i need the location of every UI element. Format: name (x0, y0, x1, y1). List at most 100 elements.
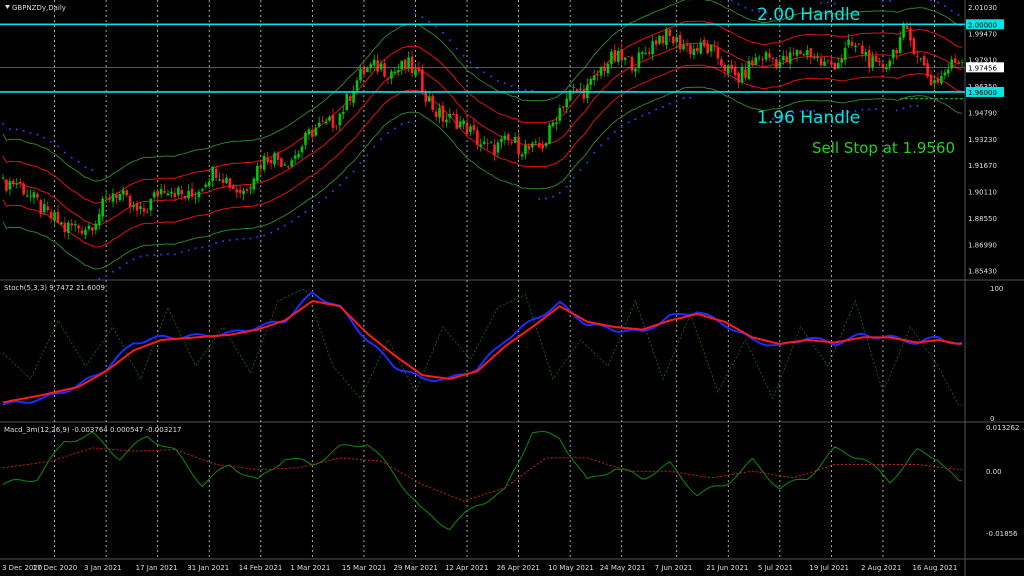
psar-dot (428, 20, 431, 23)
candle-body (943, 72, 947, 76)
candle-body (448, 113, 452, 118)
candle-body (795, 49, 799, 56)
chart-window[interactable]: 2.010302.000001.994701.979101.974561.963… (0, 0, 1024, 576)
candle-body (675, 37, 679, 43)
psar-dot (15, 128, 18, 131)
psar-dot (77, 161, 80, 164)
candle-body (823, 61, 826, 66)
candle-body (32, 192, 36, 198)
candle-body (929, 74, 933, 86)
candle-body (12, 180, 15, 185)
candle-body (627, 56, 630, 58)
psar-dot (242, 237, 245, 240)
price-label: 1.90110 (968, 189, 997, 197)
candle-body (692, 48, 696, 56)
chart-canvas[interactable]: 2.010302.000001.994701.979101.974561.963… (0, 0, 1024, 576)
candle-body (276, 153, 280, 160)
candle-body (757, 57, 761, 59)
candle-body (503, 135, 507, 140)
psar-dot (441, 31, 444, 34)
candle-body (696, 47, 699, 52)
candle-body (36, 194, 39, 198)
candle-body (819, 58, 823, 66)
psar-dot (930, 0, 933, 2)
candle-body (469, 126, 472, 133)
candle-body (70, 223, 74, 226)
psar-dot (125, 261, 128, 264)
candle-body (678, 34, 682, 50)
psar-dot (744, 6, 747, 9)
candle-body (486, 143, 489, 145)
psar-dot (648, 111, 651, 114)
symbol-label: GBPNZDy,Daily (12, 4, 66, 12)
candle-body (204, 184, 208, 187)
candle-body (826, 60, 830, 62)
candle-body (359, 68, 362, 81)
candle-body (352, 91, 355, 103)
psar-dot (98, 277, 101, 280)
psar-dot (730, 0, 733, 2)
candle-body (166, 193, 170, 195)
candle-body (108, 197, 111, 200)
psar-dot (517, 87, 520, 90)
psar-dot (634, 118, 637, 121)
candle-body (541, 145, 544, 149)
stochastic-panel: 100 0 (2, 285, 1003, 423)
psar-dot (160, 253, 163, 256)
macd-axis-label: 0.013262 (986, 424, 1019, 432)
psar-dot (558, 191, 561, 194)
candle-body (747, 61, 751, 80)
psar-dot (400, 123, 403, 126)
psar-dot (600, 144, 603, 147)
candlesticks (1, 21, 964, 240)
candle-body (273, 152, 276, 165)
candle-body (751, 60, 754, 66)
psar-dot (84, 166, 87, 169)
candle-body (579, 88, 582, 90)
candle-body (709, 44, 713, 52)
candle-body (417, 68, 421, 72)
psar-dot (916, 104, 919, 107)
psar-dot (435, 25, 438, 28)
candle-body (1, 177, 5, 179)
candle-body (799, 50, 802, 55)
psar-dot (572, 177, 575, 180)
psar-dot (469, 61, 472, 64)
candle-body (242, 190, 245, 195)
psar-dot (215, 242, 218, 245)
candle-body (922, 56, 926, 66)
candle-body (534, 141, 538, 143)
candle-body (427, 96, 431, 102)
candle-body (238, 189, 242, 193)
psar-dot (510, 85, 513, 88)
candle-body (163, 190, 166, 193)
candle-body (902, 24, 905, 38)
candle-body (304, 132, 307, 145)
candle-body (775, 59, 778, 68)
candle-body (854, 45, 857, 47)
candle-body (936, 78, 940, 83)
psar-dot (228, 239, 231, 242)
chevron-down-icon[interactable] (5, 5, 10, 9)
stoch-axis-label: 0 (990, 415, 994, 423)
psar-dot (455, 47, 458, 50)
candle-body (256, 166, 259, 182)
psar-dot (180, 251, 183, 254)
price-label: 1.99470 (968, 30, 997, 38)
psar-dot (538, 197, 541, 200)
candle-body (864, 52, 868, 55)
psar-dot (201, 246, 204, 249)
candle-body (630, 56, 634, 71)
candle-body (146, 211, 149, 213)
psar-dot (173, 253, 176, 256)
date-label: 1 Mar 2021 (290, 564, 330, 572)
psar-dot (325, 196, 328, 199)
psar-dot (668, 102, 671, 105)
candle-body (953, 58, 957, 63)
price-axis-labels: 2.010302.000001.994701.979101.974561.963… (966, 4, 1004, 276)
psar-dot (593, 151, 596, 154)
candle-body (871, 56, 874, 68)
candle-body (589, 79, 593, 85)
candle-body (599, 67, 603, 76)
psar-dot (297, 215, 300, 218)
